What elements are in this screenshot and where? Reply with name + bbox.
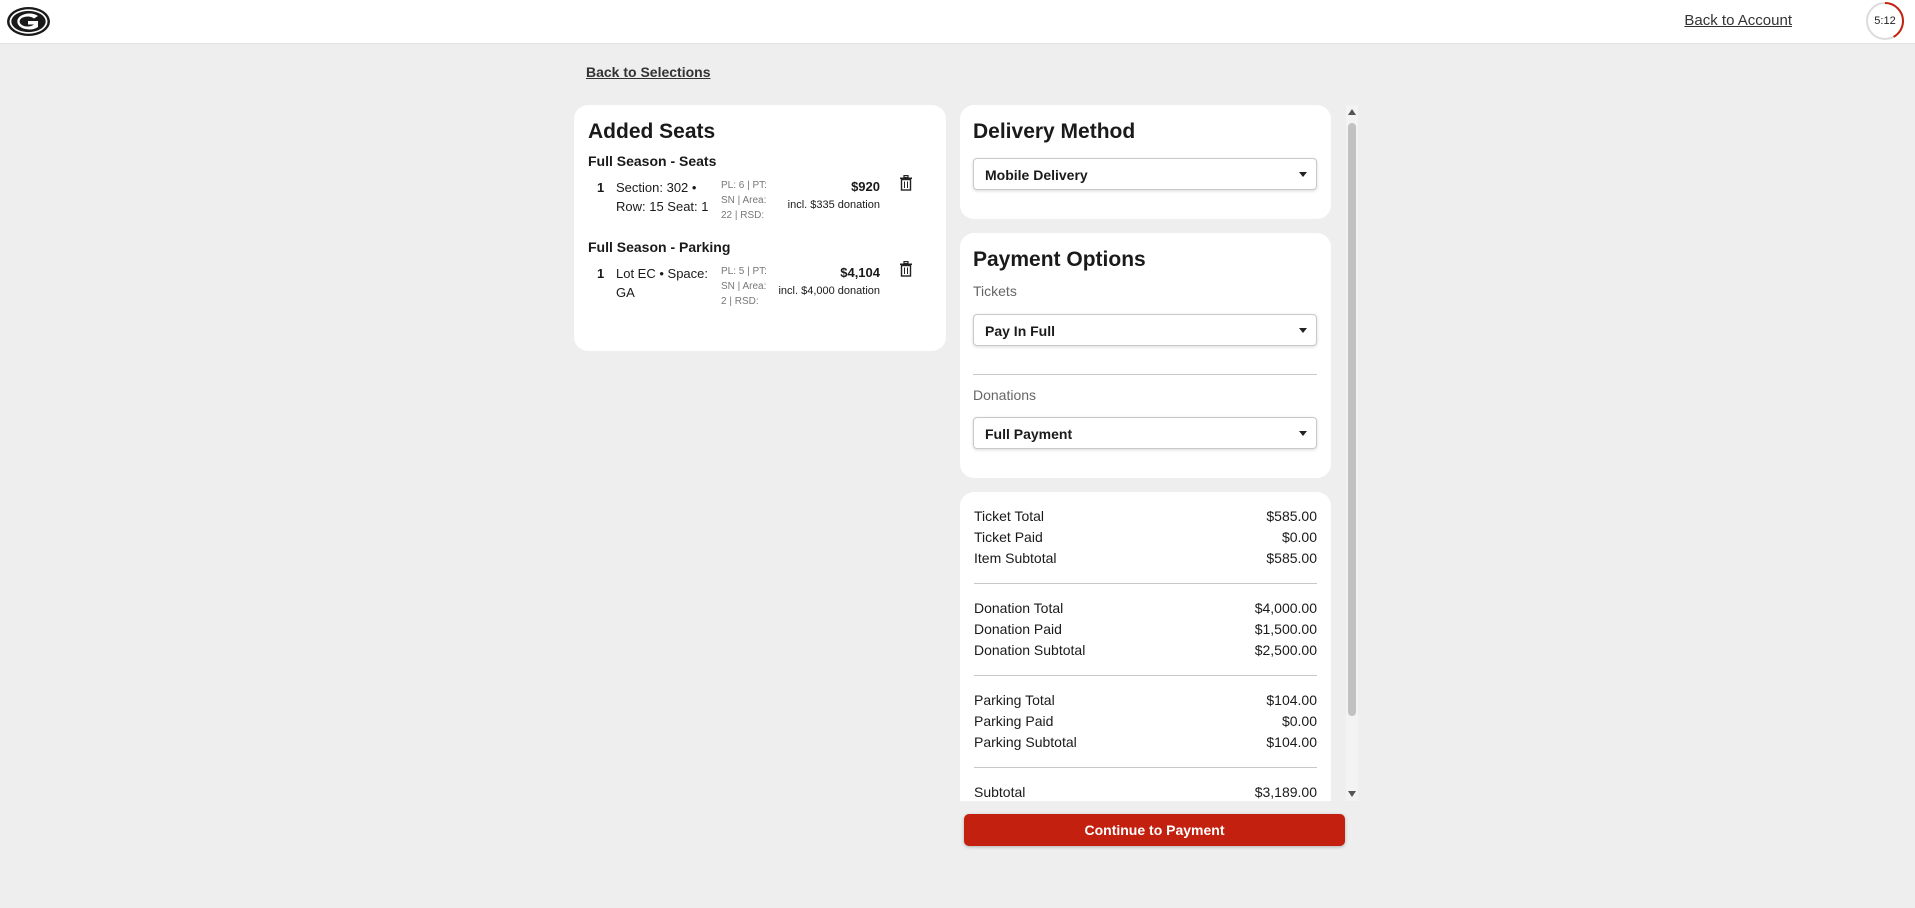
session-timer: 5:12 bbox=[1865, 1, 1905, 41]
summary-value: $2,500.00 bbox=[1254, 642, 1317, 658]
payment-options-title: Payment Options bbox=[973, 248, 1146, 271]
donations-payment-value: Full Payment bbox=[985, 426, 1073, 442]
scroll-up-arrow-icon[interactable] bbox=[1348, 109, 1356, 115]
summary-value: $3,189.00 bbox=[1254, 784, 1317, 800]
delivery-method-card: Delivery Method Mobile Delivery bbox=[960, 105, 1331, 219]
summary-row: Item Subtotal $585.00 bbox=[974, 550, 1317, 568]
timer-text: 5:12 bbox=[1874, 15, 1896, 27]
scroll-down-arrow-icon[interactable] bbox=[1348, 791, 1356, 797]
summary-label: Parking Paid bbox=[974, 713, 1054, 729]
delivery-method-select[interactable]: Mobile Delivery bbox=[973, 158, 1317, 190]
summary-label: Parking Subtotal bbox=[974, 734, 1077, 750]
parking-meta-line: 2 | RSD: bbox=[721, 296, 759, 307]
seat-group-title: Full Season - Seats bbox=[588, 153, 717, 169]
seat-donation-note: incl. $335 donation bbox=[787, 199, 880, 211]
summary-value: $0.00 bbox=[1281, 529, 1317, 545]
trash-icon[interactable] bbox=[899, 175, 913, 191]
parking-description-line: Lot EC • Space: bbox=[616, 266, 708, 281]
summary-value: $1,500.00 bbox=[1254, 621, 1317, 637]
parking-meta-line: PL: 5 | PT: bbox=[721, 266, 767, 277]
summary-row: Donation Total $4,000.00 bbox=[974, 600, 1317, 618]
seat-price: $920 bbox=[851, 179, 880, 194]
summary-label: Ticket Total bbox=[974, 508, 1045, 524]
summary-label: Item Subtotal bbox=[974, 550, 1057, 566]
divider bbox=[973, 374, 1317, 375]
summary-value: $0.00 bbox=[1281, 713, 1317, 729]
chevron-down-icon bbox=[1299, 431, 1307, 436]
parking-meta: PL: 5 | PT: SN | Area: 2 | RSD: bbox=[721, 264, 776, 309]
summary-label: Donation Paid bbox=[974, 621, 1062, 637]
back-to-account-link[interactable]: Back to Account bbox=[1684, 12, 1792, 29]
tickets-label: Tickets bbox=[973, 283, 1017, 299]
summary-label: Donation Total bbox=[974, 600, 1064, 616]
parking-description-line: GA bbox=[616, 285, 635, 300]
summary-row: Ticket Total $585.00 bbox=[974, 508, 1317, 526]
summary-row: Parking Total $104.00 bbox=[974, 692, 1317, 710]
summary-row: Donation Paid $1,500.00 bbox=[974, 621, 1317, 639]
donations-payment-select[interactable]: Full Payment bbox=[973, 417, 1317, 449]
seat-description-line: Section: 302 • bbox=[616, 180, 697, 195]
summary-label: Parking Total bbox=[974, 692, 1055, 708]
summary-row: Parking Paid $0.00 bbox=[974, 713, 1317, 731]
seat-meta-line: SN | Area: bbox=[721, 195, 767, 206]
delivery-method-value: Mobile Delivery bbox=[985, 167, 1088, 183]
delivery-method-title: Delivery Method bbox=[973, 120, 1136, 143]
chevron-down-icon bbox=[1299, 172, 1307, 177]
scrollbar[interactable] bbox=[1346, 105, 1358, 801]
summary-scroll-viewport[interactable]: Ticket Total $585.00 Ticket Paid $0.00 I… bbox=[960, 492, 1331, 801]
summary-row-subtotal: Subtotal $3,189.00 bbox=[974, 784, 1317, 801]
divider bbox=[974, 583, 1317, 584]
chevron-down-icon bbox=[1299, 328, 1307, 333]
summary-label: Subtotal bbox=[974, 784, 1026, 800]
top-bar: Back to Account 5:12 bbox=[0, 0, 1915, 44]
parking-meta-line: SN | Area: bbox=[721, 281, 767, 292]
summary-value: $585.00 bbox=[1266, 508, 1317, 524]
donations-label: Donations bbox=[973, 387, 1037, 403]
parking-description: Lot EC • Space: GA bbox=[616, 264, 711, 302]
seat-description-line: Row: 15 Seat: 1 bbox=[616, 199, 709, 214]
divider bbox=[974, 675, 1317, 676]
back-to-selections-link[interactable]: Back to Selections bbox=[586, 64, 711, 80]
summary-value: $104.00 bbox=[1266, 734, 1317, 750]
added-seats-card: Added Seats Full Season - Seats 1 Sectio… bbox=[574, 105, 946, 351]
summary-label: Donation Subtotal bbox=[974, 642, 1086, 658]
payment-options-card: Payment Options Tickets Pay In Full Dona… bbox=[960, 233, 1331, 478]
parking-price: $4,104 bbox=[840, 265, 880, 280]
seat-meta-line: PL: 6 | PT: bbox=[721, 180, 767, 191]
continue-to-payment-button[interactable]: Continue to Payment bbox=[964, 814, 1345, 846]
parking-quantity: 1 bbox=[597, 266, 605, 281]
trash-icon[interactable] bbox=[899, 261, 913, 277]
seat-meta: PL: 6 | PT: SN | Area: 22 | RSD: bbox=[721, 178, 776, 223]
summary-value: $585.00 bbox=[1266, 550, 1317, 566]
tickets-payment-select[interactable]: Pay In Full bbox=[973, 314, 1317, 346]
summary-row: Ticket Paid $0.00 bbox=[974, 529, 1317, 547]
parking-donation-note: incl. $4,000 donation bbox=[778, 285, 880, 297]
seat-description: Section: 302 • Row: 15 Seat: 1 bbox=[616, 178, 711, 216]
tickets-payment-value: Pay In Full bbox=[985, 323, 1056, 339]
order-summary-card: Ticket Total $585.00 Ticket Paid $0.00 I… bbox=[960, 492, 1331, 801]
seat-quantity: 1 bbox=[597, 180, 605, 195]
summary-row: Parking Subtotal $104.00 bbox=[974, 734, 1317, 752]
summary-row: Donation Subtotal $2,500.00 bbox=[974, 642, 1317, 660]
divider bbox=[974, 767, 1317, 768]
added-seats-title: Added Seats bbox=[588, 120, 716, 143]
seat-meta-line: 22 | RSD: bbox=[721, 210, 765, 221]
summary-value: $104.00 bbox=[1266, 692, 1317, 708]
scrollbar-thumb[interactable] bbox=[1348, 123, 1356, 716]
georgia-g-logo[interactable] bbox=[6, 6, 51, 37]
summary-value: $4,000.00 bbox=[1254, 600, 1317, 616]
summary-label: Ticket Paid bbox=[974, 529, 1043, 545]
parking-group-title: Full Season - Parking bbox=[588, 239, 731, 255]
